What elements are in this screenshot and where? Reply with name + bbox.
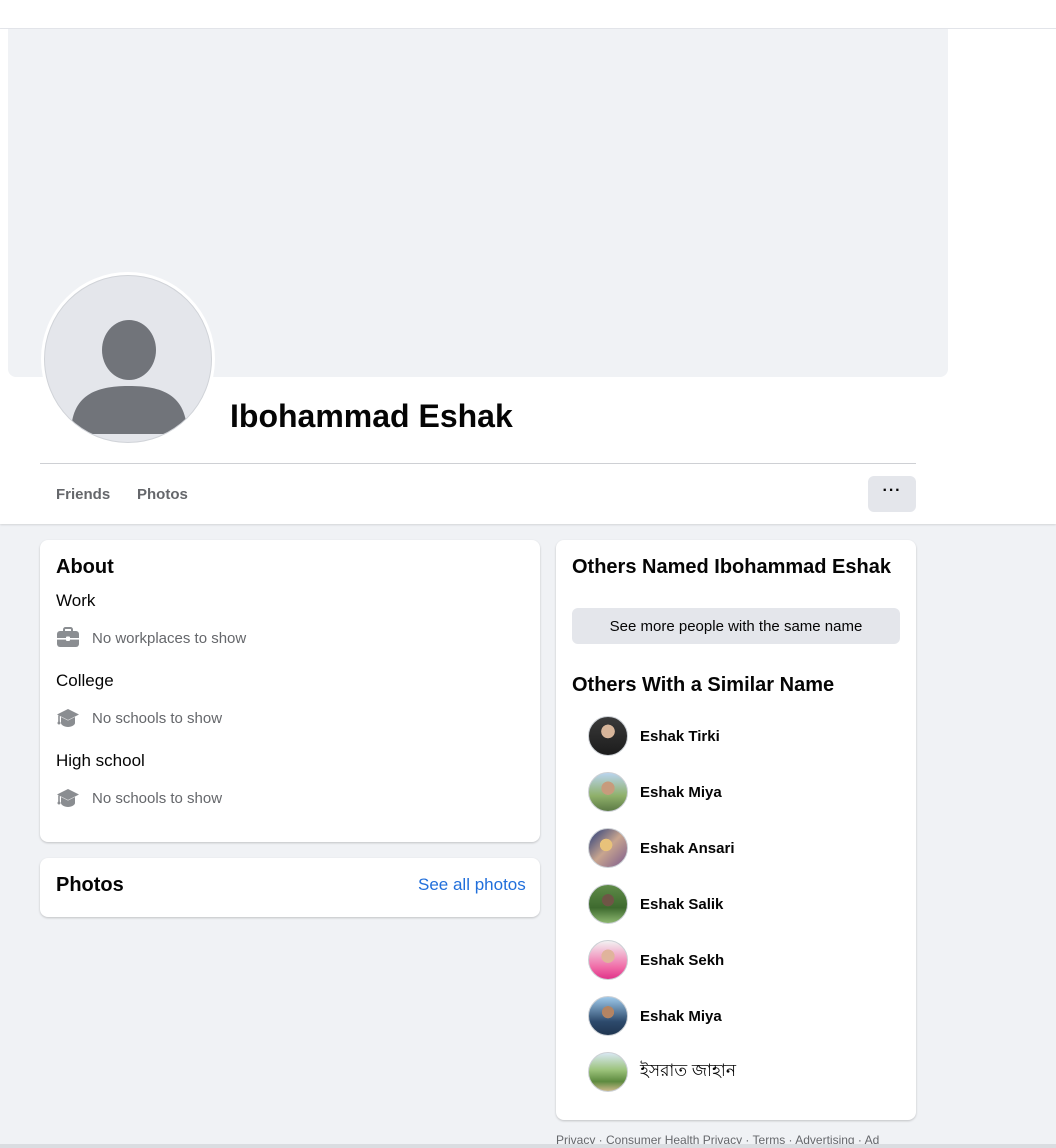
more-options-button[interactable]: ··· [868,476,916,512]
high-school-heading: High school [56,751,145,770]
avatar [588,884,628,924]
similar-person-name: Eshak Sekh [640,951,725,969]
avatar [588,772,628,812]
similar-person-name: Eshak Miya [640,1007,722,1025]
similar-person-name: Eshak Salik [640,895,724,913]
similar-person-name: Eshak Tirki [640,727,720,745]
avatar [588,828,628,868]
similar-person-item[interactable]: Eshak Tirki [588,716,720,756]
similar-person-item[interactable]: Eshak Miya [588,996,722,1036]
header-divider [40,463,916,464]
avatar [588,716,628,756]
work-heading: Work [56,591,96,610]
default-avatar-icon [71,320,187,434]
high-school-row: No schools to show [56,786,222,810]
college-row: No schools to show [56,706,222,730]
graduation-cap-icon [56,786,80,810]
work-row: No workplaces to show [56,626,246,650]
bottom-strip [0,1144,1056,1148]
college-heading: College [56,671,114,690]
tab-friends[interactable]: Friends [56,486,110,503]
others-named-title: Others Named Ibohammad Eshak [572,556,891,578]
college-value: No schools to show [92,709,223,727]
photos-title: Photos [56,874,124,896]
see-all-photos-link[interactable]: See all photos [418,875,526,895]
avatar [588,996,628,1036]
similar-person-name: Eshak Miya [640,783,722,801]
avatar [588,1052,628,1092]
about-card: About Work No workplaces to show College… [40,540,540,842]
tab-photos[interactable]: Photos [137,486,188,503]
similar-person-item[interactable]: ইসরাত জাহান [588,1052,736,1092]
similar-person-name: ইসরাত জাহান [640,1061,736,1080]
more-dots-icon: ··· [882,482,902,499]
similar-person-item[interactable]: Eshak Miya [588,772,722,812]
profile-name: Ibohammad Eshak [230,398,513,434]
similar-name-title: Others With a Similar Name [572,674,835,696]
photos-card: Photos See all photos [40,858,540,917]
similar-person-item[interactable]: Eshak Salik [588,884,723,924]
similar-person-item[interactable]: Eshak Sekh [588,940,724,980]
about-title: About [56,556,114,578]
graduation-cap-icon [56,706,80,730]
see-more-same-name-button[interactable]: See more people with the same name [572,608,900,644]
similar-person-item[interactable]: Eshak Ansari [588,828,735,868]
profile-picture-placeholder [44,275,212,443]
high-school-value: No schools to show [92,789,223,807]
top-navigation-bar [0,0,1056,29]
profile-picture-frame[interactable] [41,272,215,446]
similar-person-name: Eshak Ansari [640,839,735,857]
others-named-card: Others Named Ibohammad Eshak See more pe… [556,540,916,1120]
briefcase-icon [56,626,80,650]
avatar [588,940,628,980]
work-value: No workplaces to show [92,629,247,647]
